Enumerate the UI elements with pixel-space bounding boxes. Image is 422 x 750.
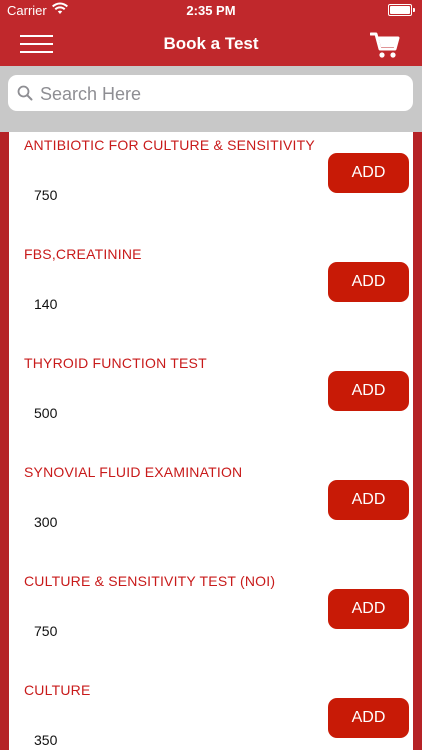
list-item: SYNOVIAL FLUID EXAMINATION 300 ADD	[9, 429, 413, 539]
test-list[interactable]: ANTIBIOTIC FOR CULTURE & SENSITIVITY 750…	[9, 132, 413, 750]
add-button[interactable]: ADD	[328, 480, 409, 520]
list-top-gap	[0, 123, 422, 132]
search-input[interactable]	[38, 79, 402, 109]
test-price: 750	[34, 623, 58, 639]
list-item: FBS,CREATININE 140 ADD	[9, 211, 413, 321]
status-bar: Carrier 2:35 PM	[0, 0, 422, 20]
status-time: 2:35 PM	[186, 3, 236, 18]
test-price: 140	[34, 296, 58, 312]
list-item: CULTURE 350 ADD	[9, 647, 413, 750]
test-price: 300	[34, 514, 58, 530]
test-name: SYNOVIAL FLUID EXAMINATION	[24, 464, 243, 480]
list-item: ANTIBIOTIC FOR CULTURE & SENSITIVITY 750…	[9, 132, 413, 212]
add-button[interactable]: ADD	[328, 262, 409, 302]
battery-icon	[388, 4, 415, 16]
test-price: 750	[34, 187, 58, 203]
add-button[interactable]: ADD	[328, 371, 409, 411]
nav-bar: Book a Test	[0, 20, 422, 66]
test-price: 500	[34, 405, 58, 421]
add-button[interactable]: ADD	[328, 589, 409, 629]
add-button[interactable]: ADD	[328, 698, 409, 738]
test-name: CULTURE & SENSITIVITY TEST (NOI)	[24, 573, 276, 589]
test-name: FBS,CREATININE	[24, 246, 142, 262]
list-item: THYROID FUNCTION TEST 500 ADD	[9, 320, 413, 430]
search-icon	[17, 85, 33, 101]
test-name: THYROID FUNCTION TEST	[24, 355, 207, 371]
page-title: Book a Test	[163, 34, 259, 53]
add-button[interactable]: ADD	[328, 153, 409, 193]
test-name: CULTURE	[24, 682, 91, 698]
test-name: ANTIBIOTIC FOR CULTURE & SENSITIVITY	[24, 137, 315, 153]
cart-icon[interactable]	[369, 31, 400, 59]
search-bar	[0, 66, 422, 123]
search-box[interactable]	[8, 75, 413, 111]
test-price: 350	[34, 732, 58, 748]
list-item: CULTURE & SENSITIVITY TEST (NOI) 750 ADD	[9, 538, 413, 648]
